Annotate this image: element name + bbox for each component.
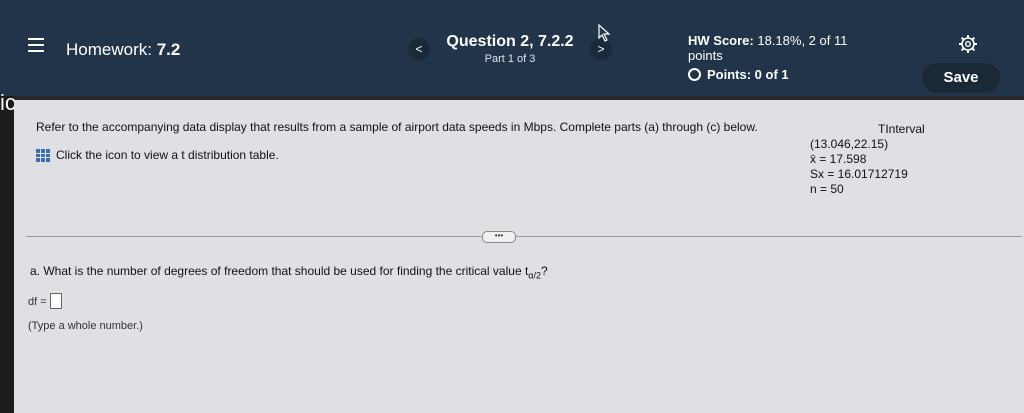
hw-score-label: HW Score:	[688, 33, 754, 48]
df-label: df =	[28, 296, 47, 308]
expand-more-button[interactable]: •••	[482, 231, 516, 243]
section-divider	[26, 236, 1022, 237]
critical-value-subscript: α/2	[528, 270, 541, 281]
problem-statement: Refer to the accompanying data display t…	[36, 120, 758, 134]
part-a-question-text: a. What is the number of degrees of free…	[30, 264, 529, 278]
df-answer-input[interactable]	[49, 293, 62, 309]
homework-title: Homework: 7.2	[66, 40, 180, 60]
homework-number: 7.2	[156, 40, 181, 59]
header-bar: Homework: 7.2 < Question 2, 7.2.2 Part 1…	[0, 0, 1024, 96]
tinterval-sample-mean: x̄ = 17.598	[810, 152, 867, 166]
part-a-question: a. What is the number of degrees of free…	[30, 264, 548, 280]
left-window-edge: ic	[0, 90, 16, 413]
points-value: Points: 0 of 1	[707, 67, 789, 82]
tinterval-display: TInterval (13.046,22.15) x̄ = 17.598 Sx …	[810, 122, 925, 197]
df-answer-row: df =	[28, 293, 62, 309]
points-status-icon	[688, 68, 701, 81]
question-content: Refer to the accompanying data display t…	[14, 100, 1024, 413]
tinterval-interval: (13.046,22.15)	[810, 137, 889, 151]
t-distribution-table-link-text[interactable]: Click the icon to view a t distribution …	[56, 148, 279, 162]
question-part: Part 1 of 3	[484, 53, 536, 65]
save-button[interactable]: Save	[922, 63, 1000, 93]
homework-label: Homework:	[66, 40, 152, 59]
mouse-cursor-icon	[598, 24, 611, 42]
part-a-question-end: ?	[541, 264, 548, 278]
previous-question-button[interactable]: <	[408, 38, 430, 60]
answer-format-hint: (Type a whole number.)	[28, 320, 143, 332]
question-title: Question 2, 7.2.2	[446, 33, 574, 50]
t-distribution-table-link[interactable]: Click the icon to view a t distribution …	[36, 148, 279, 162]
hw-score-points-word: points	[688, 48, 723, 63]
hw-score: HW Score: 18.18%, 2 of 11 points Points:…	[688, 33, 888, 82]
menu-icon[interactable]	[28, 38, 44, 52]
tinterval-sample-sd: Sx = 16.01712719	[810, 167, 908, 181]
table-icon[interactable]	[36, 149, 50, 162]
tinterval-title: TInterval	[878, 122, 925, 136]
tinterval-sample-size: n = 50	[810, 182, 844, 196]
hw-score-value: 18.18%, 2 of 11	[757, 33, 848, 48]
question-heading: Question 2, 7.2.2 Part 1 of 3	[440, 33, 580, 65]
settings-gear-icon[interactable]	[958, 34, 978, 54]
